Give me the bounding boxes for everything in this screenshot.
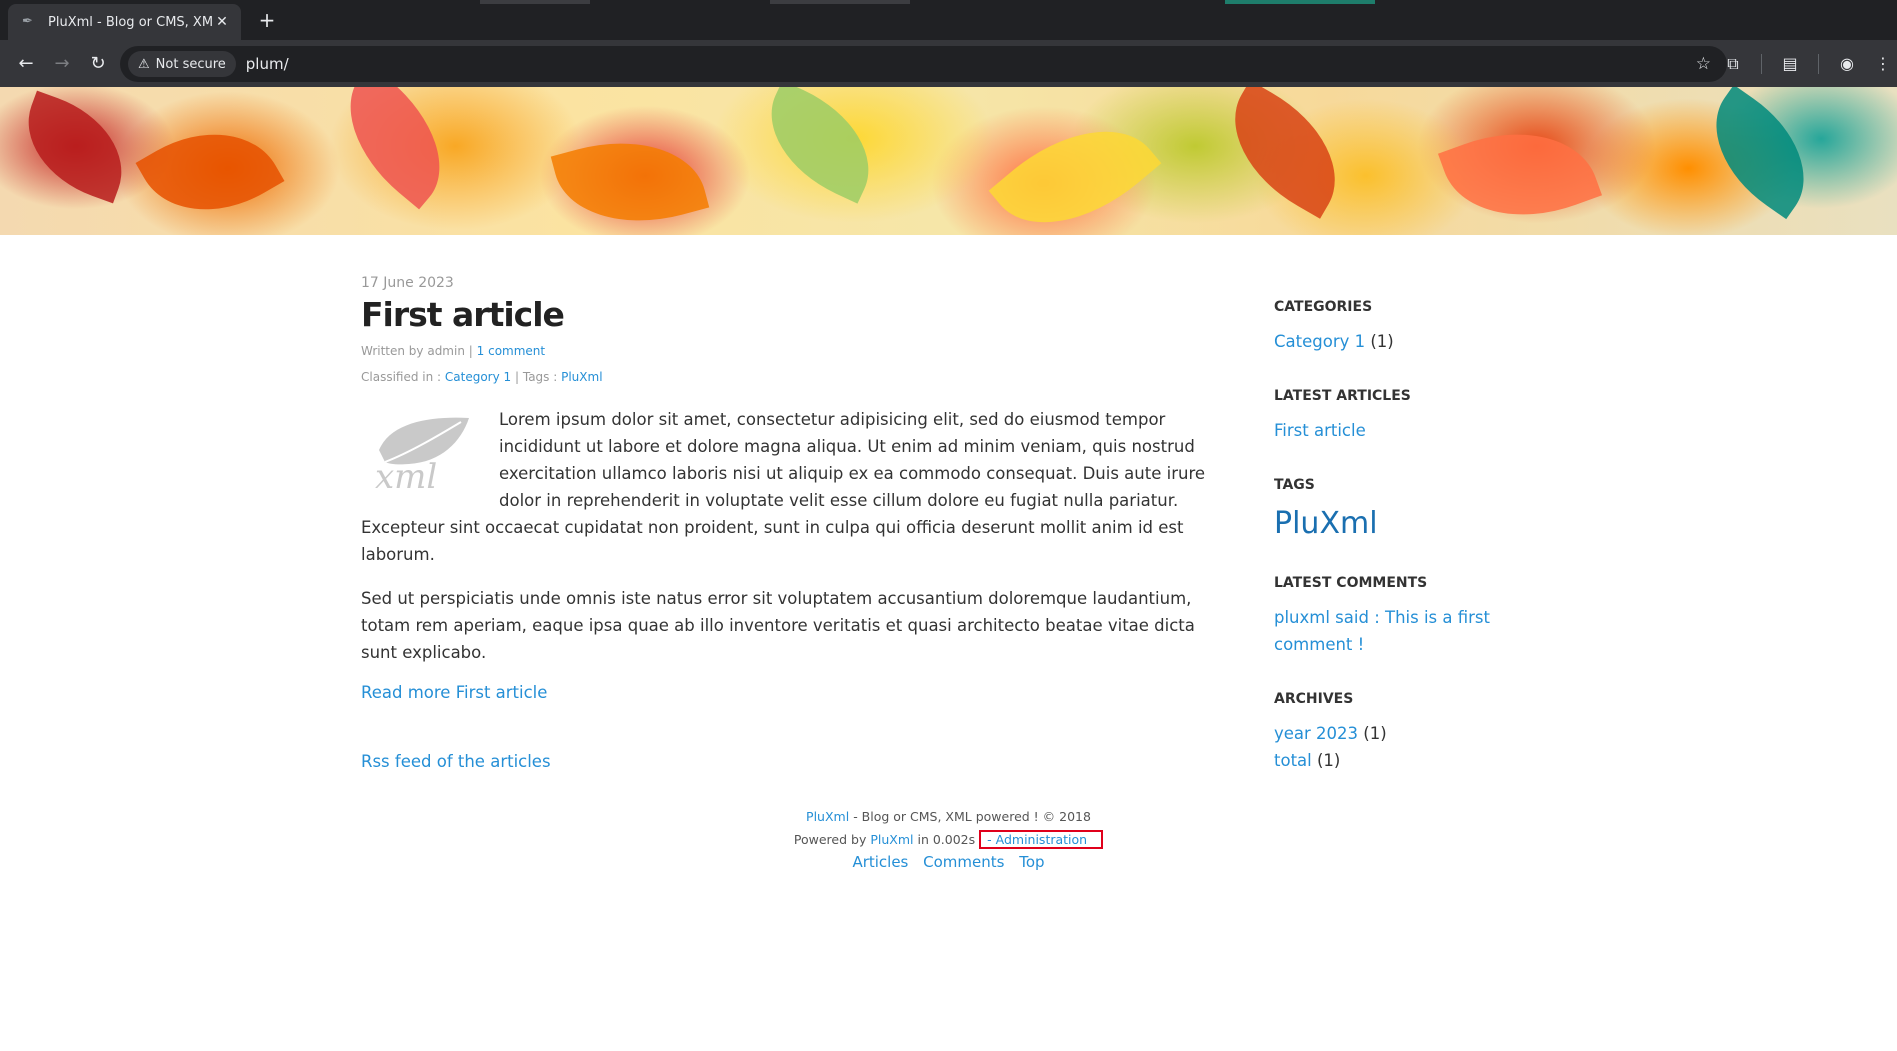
forward-arrow-icon[interactable]: → bbox=[44, 46, 80, 82]
classified-label: Classified in : bbox=[361, 370, 442, 384]
leaf-decoration bbox=[319, 87, 471, 210]
header-banner-image bbox=[0, 87, 1897, 235]
back-arrow-icon[interactable]: ← bbox=[8, 46, 44, 82]
leaf-decoration bbox=[748, 87, 892, 204]
pluxml-logo-thumbnail: xml bbox=[375, 417, 469, 496]
warning-triangle-icon: ⚠ bbox=[138, 56, 150, 72]
leaf-decoration bbox=[135, 103, 285, 235]
render-timing: in 0.002s bbox=[917, 832, 976, 847]
meta-separator: | bbox=[468, 344, 477, 358]
latest-article-link[interactable]: First article bbox=[1274, 421, 1366, 440]
tag-link[interactable]: PluXml bbox=[561, 370, 602, 384]
archive-total-link[interactable]: total bbox=[1274, 751, 1312, 770]
latest-comment-item: pluxml said : This is a first comment ! bbox=[1274, 604, 1504, 658]
tag-cloud-link[interactable]: PluXml bbox=[1274, 506, 1378, 541]
leaf-decoration bbox=[550, 120, 710, 235]
sidebar-categories: CATEGORIES Category 1 (1) bbox=[1274, 299, 1534, 355]
read-more-link[interactable]: Read more First article bbox=[361, 683, 1231, 702]
archives-heading: ARCHIVES bbox=[1274, 691, 1354, 707]
leaf-decoration bbox=[1437, 105, 1603, 235]
sidebar-archives: ARCHIVES year 2023 (1) total (1) bbox=[1274, 691, 1534, 774]
archive-year-count: (1) bbox=[1363, 724, 1387, 743]
url-text[interactable]: plum/ bbox=[246, 55, 289, 73]
page-footer: PluXml - Blog or CMS, XML powered ! © 20… bbox=[0, 805, 1897, 871]
category-count: (1) bbox=[1370, 332, 1394, 351]
footer-tagline-line: PluXml - Blog or CMS, XML powered ! © 20… bbox=[0, 805, 1897, 828]
powered-by-text: Powered by bbox=[793, 832, 867, 847]
article-date: 17 June 2023 bbox=[361, 275, 454, 291]
profile-avatar-icon[interactable]: ◉ bbox=[1829, 46, 1865, 82]
rss-feed-link[interactable]: Rss feed of the articles bbox=[361, 752, 1231, 771]
footer-articles-link[interactable]: Articles bbox=[852, 853, 908, 871]
archive-item-total: total (1) bbox=[1274, 747, 1534, 774]
toolbar-separator bbox=[1818, 54, 1819, 74]
leaf-decoration bbox=[9, 90, 141, 204]
sidebar: CATEGORIES Category 1 (1) LATEST ARTICLE… bbox=[1274, 299, 1534, 807]
category-list-item: Category 1 (1) bbox=[1274, 328, 1534, 355]
archive-total-count: (1) bbox=[1316, 751, 1341, 770]
article-paragraph-2: Sed ut perspiciatis unde omnis iste natu… bbox=[361, 589, 1195, 662]
administration-highlight: - Administration bbox=[979, 830, 1104, 849]
archive-year-link[interactable]: year 2023 bbox=[1274, 724, 1358, 743]
footer-powered-line: Powered by PluXml in 0.002s - Administra… bbox=[0, 828, 1897, 851]
comments-link[interactable]: 1 comment bbox=[477, 344, 545, 358]
browser-tab-active[interactable]: ✒ PluXml - Blog or CMS, XML p ✕ bbox=[8, 4, 241, 40]
tags-heading: TAGS bbox=[1274, 477, 1315, 493]
sidebar-latest-comments: LATEST COMMENTS pluxml said : This is a … bbox=[1274, 575, 1534, 658]
security-label: Not secure bbox=[155, 56, 226, 72]
category-link[interactable]: Category 1 bbox=[445, 370, 511, 384]
footer-comments-link[interactable]: Comments bbox=[923, 853, 1004, 871]
latest-comments-heading: LATEST COMMENTS bbox=[1274, 575, 1428, 591]
latest-article-item: First article bbox=[1274, 417, 1534, 444]
latest-articles-heading: LATEST ARTICLES bbox=[1274, 388, 1411, 404]
article-author-line: Written by admin | 1 comment bbox=[361, 344, 1231, 358]
powered-by-link[interactable]: PluXml bbox=[870, 832, 913, 847]
reload-icon[interactable]: ↻ bbox=[80, 46, 116, 82]
side-panel-icon[interactable]: ▤ bbox=[1772, 46, 1808, 82]
new-tab-plus-icon[interactable]: + bbox=[253, 6, 281, 34]
tab-strip-decoration bbox=[770, 0, 910, 4]
article: 17 June 2023 First article Written by ad… bbox=[361, 275, 1231, 771]
tab-strip-decoration bbox=[1225, 0, 1375, 4]
address-bar[interactable]: ⚠ Not secure plum/ ☆ bbox=[120, 46, 1727, 82]
tab-strip-decoration bbox=[480, 0, 590, 4]
latest-comment-link[interactable]: pluxml said : This is a first comment ! bbox=[1274, 608, 1490, 654]
written-by-text: Written by admin bbox=[361, 344, 465, 358]
tab-title: PluXml - Blog or CMS, XML p bbox=[48, 14, 213, 30]
pluxml-favicon-icon: ✒ bbox=[22, 14, 33, 29]
main-content: 17 June 2023 First article Written by ad… bbox=[0, 235, 1897, 1051]
footer-brand-link[interactable]: PluXml bbox=[806, 809, 849, 824]
article-title[interactable]: First article bbox=[361, 295, 1231, 334]
administration-link[interactable]: - Administration bbox=[987, 832, 1087, 847]
browser-tabbar: ✒ PluXml - Blog or CMS, XML p ✕ + bbox=[0, 0, 1897, 40]
archive-item-year: year 2023 (1) bbox=[1274, 720, 1534, 747]
footer-tagline: - Blog or CMS, XML powered ! © 2018 bbox=[853, 809, 1091, 824]
close-tab-icon[interactable]: ✕ bbox=[213, 14, 231, 30]
sidebar-latest-articles: LATEST ARTICLES First article bbox=[1274, 388, 1534, 444]
tags-label: | Tags : bbox=[515, 370, 558, 384]
leaf-decoration bbox=[1207, 87, 1363, 219]
security-chip[interactable]: ⚠ Not secure bbox=[128, 51, 236, 77]
article-paragraph-1: Lorem ipsum dolor sit amet, consectetur … bbox=[361, 410, 1206, 564]
logo-lettering: xml bbox=[375, 457, 437, 496]
article-body: xml Lorem ipsum dolor sit amet, consecte… bbox=[361, 406, 1231, 666]
kebab-menu-icon[interactable]: ⋮ bbox=[1875, 46, 1891, 82]
sidebar-tags: TAGS PluXml bbox=[1274, 477, 1534, 542]
sidebar-category-link[interactable]: Category 1 bbox=[1274, 332, 1365, 351]
categories-heading: CATEGORIES bbox=[1274, 299, 1373, 315]
article-classification-line: Classified in : Category 1 | Tags : PluX… bbox=[361, 370, 1231, 384]
toolbar-separator bbox=[1761, 54, 1762, 74]
footer-top-link[interactable]: Top bbox=[1019, 853, 1044, 871]
leaf-decoration bbox=[988, 94, 1162, 235]
leaf-decoration bbox=[1687, 87, 1833, 220]
extensions-puzzle-icon[interactable]: ⧉ bbox=[1715, 46, 1751, 82]
tag-cloud: PluXml bbox=[1274, 506, 1534, 542]
browser-toolbar: ← → ↻ ⚠ Not secure plum/ ☆ ⧉ ▤ ◉ ⋮ bbox=[0, 40, 1897, 87]
footer-nav: Articles Comments Top bbox=[0, 853, 1897, 871]
